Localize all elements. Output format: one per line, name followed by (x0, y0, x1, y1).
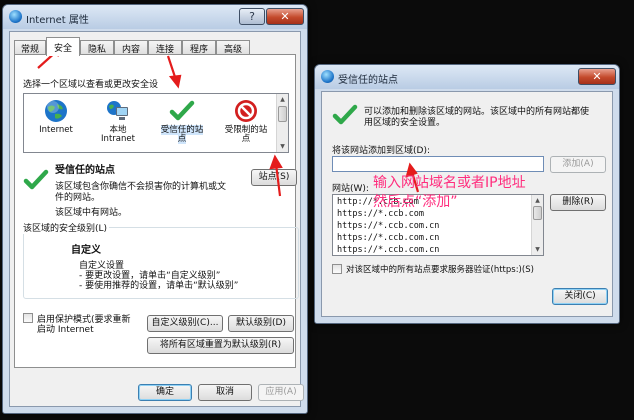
default-level-button[interactable]: 默认级别(D) (228, 315, 294, 332)
security-level-label: 该区域的安全级别(L) (23, 221, 110, 234)
zone-trusted-sites[interactable]: 受信任的站 点 (150, 98, 214, 144)
globe-icon (45, 100, 67, 122)
internet-options-client: 常规 安全 隐私 内容 连接 程序 高级 选择一个区域以查看或更改安全设 Int… (9, 31, 304, 407)
trusted-check-icon (332, 104, 358, 125)
internet-explorer-icon (321, 70, 334, 83)
close-button[interactable]: ✕ (578, 68, 616, 85)
dialog-title: 受信任的站点 (338, 75, 398, 86)
tab-privacy[interactable]: 隐私 (80, 40, 114, 55)
ok-button[interactable]: 确定 (138, 384, 192, 401)
require-https-label: 对该区域中的所有站点要求服务器验证(https:)(S) (346, 265, 534, 275)
zone-label-line2: 点 (241, 134, 251, 144)
tab-content[interactable]: 内容 (114, 40, 148, 55)
apply-button[interactable]: 应用(A) (258, 384, 304, 401)
protected-mode-label: 启动 Internet (37, 325, 94, 335)
list-item[interactable]: https://*.ccb.com.cn (337, 233, 439, 243)
trusted-sites-window: 受信任的站点 ✕ 可以添加和删除该区域的网站。该区域中的所有网站都使 用区域的安… (314, 64, 620, 324)
internet-options-window: Internet 属性 ? ✕ 常规 安全 隐私 内容 连接 程序 高级 选择一… (2, 4, 308, 414)
tab-advanced[interactable]: 高级 (216, 40, 250, 55)
require-https-checkbox[interactable] (332, 264, 342, 274)
dialog-close-button[interactable]: 关闭(C) (552, 288, 608, 305)
cancel-button[interactable]: 取消 (198, 384, 252, 401)
add-website-label: 将该网站添加到区域(D): (332, 146, 430, 156)
scroll-down-icon[interactable]: ▼ (532, 244, 543, 255)
add-website-input[interactable] (332, 156, 544, 172)
zone-restricted-sites[interactable]: 受限制的站 点 (214, 98, 278, 144)
list-item[interactable]: https://*.ccb.com.cn (337, 221, 439, 231)
tab-programs[interactable]: 程序 (182, 40, 216, 55)
sites-button[interactable]: 站点(S) (251, 169, 297, 186)
zone-internet[interactable]: Internet (24, 98, 88, 135)
internet-explorer-icon (9, 10, 22, 23)
custom-level-desc: - 要使用推荐的设置，请单击“默认级别” (79, 281, 239, 291)
scroll-down-icon[interactable]: ▼ (277, 141, 288, 152)
scroll-thumb[interactable] (278, 106, 287, 122)
scroll-up-icon[interactable]: ▲ (277, 94, 288, 105)
window-title: Internet 属性 (26, 15, 89, 26)
scroll-thumb[interactable] (533, 206, 542, 220)
intro-text: 用区域的安全设置。 (364, 118, 446, 128)
intranet-computer-icon (107, 101, 128, 120)
zone-local-intranet[interactable]: 本地 Intranet (86, 98, 150, 144)
reset-all-zones-button[interactable]: 将所有区域重置为默认级别(R) (147, 337, 294, 354)
custom-level-button[interactable]: 自定义级别(C)... (147, 315, 223, 332)
list-item[interactable]: https://*.ccb.com.cn (337, 245, 439, 255)
websites-list-scrollbar[interactable]: ▲ ▼ (531, 195, 543, 255)
trusted-sites-client: 可以添加和删除该区域的网站。该区域中的所有网站都使 用区域的安全设置。 将该网站… (321, 91, 613, 317)
zone-prompt: 选择一个区域以查看或更改安全设 (23, 80, 159, 90)
green-check-icon (169, 100, 195, 121)
zone-list-scrollbar[interactable]: ▲ ▼ (276, 94, 288, 152)
selected-zone-check-icon (23, 169, 49, 190)
help-button[interactable]: ? (239, 8, 265, 25)
tab-connections[interactable]: 连接 (148, 40, 182, 55)
websites-label: 网站(W): (332, 184, 369, 194)
protected-mode-checkbox[interactable] (23, 313, 33, 323)
close-button[interactable]: ✕ (266, 8, 304, 25)
scroll-up-icon[interactable]: ▲ (532, 195, 543, 206)
trusted-sites-titlebar[interactable]: 受信任的站点 ✕ (315, 65, 619, 89)
tab-security[interactable]: 安全 (46, 37, 80, 56)
tab-general[interactable]: 常规 (14, 40, 46, 55)
selected-zone-site-count: 该区域中有网站。 (55, 208, 128, 218)
remove-button[interactable]: 删除(R) (550, 194, 606, 211)
selected-zone-title: 受信任的站点 (55, 165, 115, 176)
internet-options-titlebar[interactable]: Internet 属性 ? ✕ (3, 5, 307, 29)
zone-label-line1: Internet (39, 125, 73, 135)
add-button[interactable]: 添加(A) (550, 156, 606, 173)
security-tab-panel: 选择一个区域以查看或更改安全设 Internet 本地 Intranet 受信任… (14, 54, 299, 368)
zone-label-line2: Intranet (101, 134, 135, 144)
zone-label-line2: 点 (177, 134, 187, 144)
annotation-text: 输入网站域名或者IP地址 (373, 175, 526, 191)
custom-level-title: 自定义 (71, 245, 101, 256)
zone-list: Internet 本地 Intranet 受信任的站 点 受限制的站 点 ▲ ▼ (23, 93, 289, 153)
selected-zone-description: 件的网站。 (55, 193, 101, 203)
annotation-text: 然后点“添加” (373, 194, 458, 210)
restricted-stop-icon (235, 100, 257, 122)
